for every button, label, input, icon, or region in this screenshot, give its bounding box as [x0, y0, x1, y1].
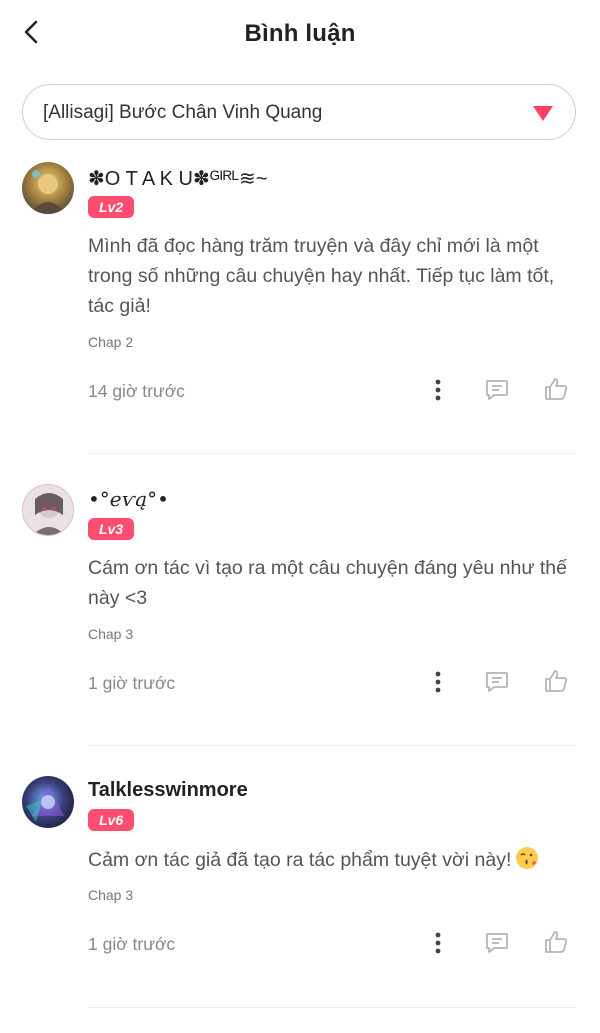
more-button[interactable]: [421, 373, 455, 407]
divider: [88, 1007, 576, 1008]
kissing-face-emoji: [515, 846, 539, 870]
more-button[interactable]: [421, 665, 455, 699]
divider: [88, 453, 576, 454]
reply-button[interactable]: [480, 373, 514, 407]
avatar[interactable]: [22, 162, 74, 214]
more-vertical-icon: [435, 671, 441, 693]
chapter-selector[interactable]: [Allisagi] Bước Chân Vinh Quang: [22, 84, 576, 140]
comment-username[interactable]: •°eѵą°•: [88, 487, 169, 511]
divider: [88, 745, 576, 746]
reply-icon: [486, 933, 508, 953]
dropdown-caret-icon: [533, 106, 553, 121]
comment-time: 1 giờ trước: [88, 934, 176, 954]
header: Bình luận: [0, 0, 600, 68]
comment-chapter[interactable]: Chap 2: [88, 334, 133, 350]
like-button[interactable]: [539, 925, 573, 959]
comment-text: Cảm ơn tác giả đã tạo ra tác phẩm tuyệt …: [88, 845, 578, 875]
comment-chapter[interactable]: Chap 3: [88, 626, 133, 642]
comment-time: 14 giờ trước: [88, 381, 185, 401]
chapter-selector-value: [Allisagi] Bước Chân Vinh Quang: [43, 102, 323, 123]
level-badge: Lv3: [88, 518, 135, 540]
like-button[interactable]: [539, 664, 573, 698]
level-badge: Lv6: [88, 809, 135, 831]
comment-time: 1 giờ trước: [88, 673, 176, 693]
more-button[interactable]: [421, 926, 455, 960]
like-button[interactable]: [539, 372, 573, 406]
comment-text: Cám ơn tác vì tạo ra một câu chuyện đáng…: [88, 557, 567, 609]
level-badge: Lv2: [88, 196, 135, 218]
reply-icon: [486, 672, 508, 692]
like-icon: [545, 670, 568, 692]
page-title: Bình luận: [244, 20, 356, 47]
avatar[interactable]: [22, 484, 74, 536]
comment-username[interactable]: ✽O T A K U✽ᴳᴵᴿᴸ≋~: [88, 166, 267, 191]
comment-text-body: Cảm ơn tác giả đã tạo ra tác phẩm tuyệt …: [88, 849, 512, 871]
avatar[interactable]: [22, 776, 74, 828]
comment-text: Mình đã đọc hàng trăm truyện và đây chỉ …: [88, 235, 555, 317]
like-icon: [545, 378, 568, 400]
comment-username[interactable]: Talklesswinmore: [88, 779, 248, 802]
reply-button[interactable]: [480, 665, 514, 699]
more-vertical-icon: [435, 379, 441, 401]
more-vertical-icon: [435, 932, 441, 954]
reply-icon: [486, 380, 508, 400]
reply-button[interactable]: [480, 926, 514, 960]
comment-chapter[interactable]: Chap 3: [88, 887, 133, 903]
like-icon: [545, 931, 568, 953]
